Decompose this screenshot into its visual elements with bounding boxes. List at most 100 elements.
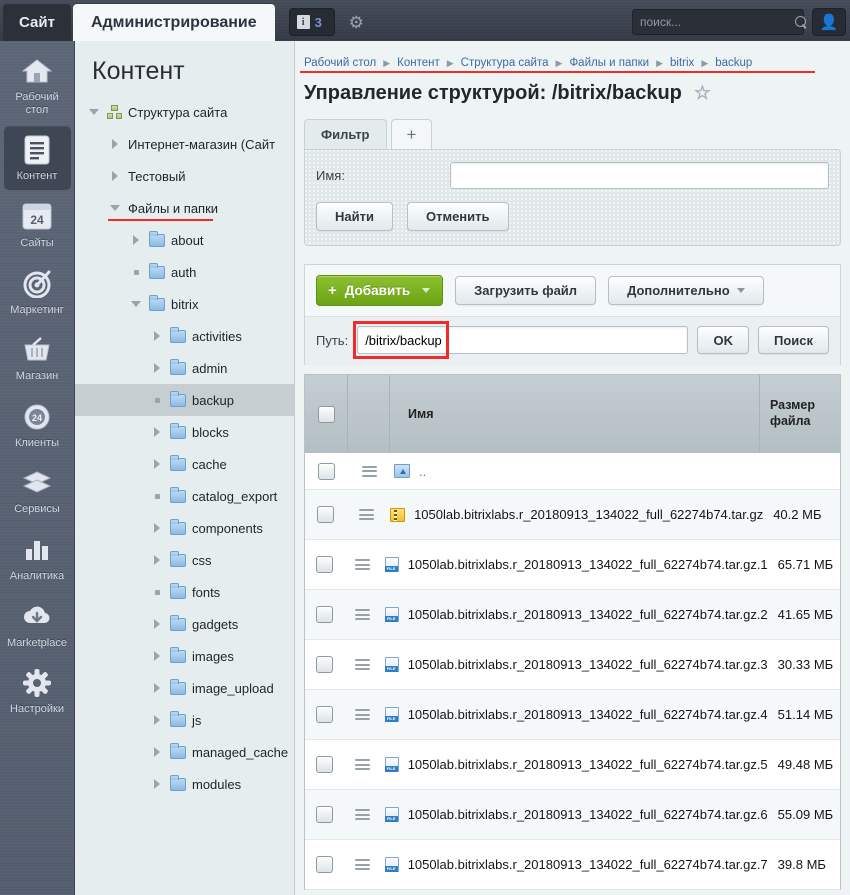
tree-node-modules[interactable]: modules (75, 768, 294, 800)
chevron-right-icon[interactable] (129, 233, 143, 247)
table-row[interactable]: 1050lab.bitrixlabs.r_20180913_134022_ful… (305, 640, 840, 690)
tree-node-auth[interactable]: auth (75, 256, 294, 288)
row-checkbox[interactable] (315, 756, 333, 773)
breadcrumb-item[interactable]: Контент (397, 57, 440, 69)
global-search[interactable] (632, 9, 806, 35)
tree-node-components[interactable]: components (75, 512, 294, 544)
sidebar-item-clients[interactable]: 24 Клиенты (4, 393, 71, 457)
tree-node-cache[interactable]: cache (75, 448, 294, 480)
select-all-checkbox[interactable] (317, 405, 335, 423)
chevron-right-icon[interactable] (150, 745, 164, 759)
cancel-button[interactable]: Отменить (406, 202, 509, 231)
sidebar-item-settings[interactable]: Настройки (4, 659, 71, 723)
chevron-right-icon[interactable] (150, 777, 164, 791)
chevron-right-icon[interactable] (150, 329, 164, 343)
sidebar-item-content[interactable]: Контент (3, 126, 71, 190)
tree-node-js[interactable]: js (75, 704, 294, 736)
table-row[interactable]: 1050lab.bitrixlabs.r_20180913_134022_ful… (305, 540, 840, 590)
row-menu-icon[interactable] (358, 509, 374, 520)
search-button[interactable]: Поиск (757, 326, 829, 354)
tree-node-fonts[interactable]: fonts (75, 576, 294, 608)
tree-node--[interactable]: Структура сайта (75, 96, 294, 128)
file-name[interactable]: 1050lab.bitrixlabs.r_20180913_134022_ful… (408, 707, 768, 722)
tree-node-managed-cache[interactable]: managed_cache (75, 736, 294, 768)
file-name[interactable]: 1050lab.bitrixlabs.r_20180913_134022_ful… (408, 657, 768, 672)
tree-node--[interactable]: Интернет-магазин (Сайт (75, 128, 294, 160)
row-menu-icon[interactable] (354, 659, 370, 670)
add-button[interactable]: + Добавить (316, 275, 444, 306)
filter-name-input[interactable] (450, 162, 829, 189)
chevron-right-icon[interactable] (150, 425, 164, 439)
tree-node-images[interactable]: images (75, 640, 294, 672)
search-input[interactable] (640, 15, 795, 29)
tree-node--[interactable]: Файлы и папки (75, 192, 294, 224)
chevron-right-icon[interactable] (150, 361, 164, 375)
chevron-right-icon[interactable] (150, 681, 164, 695)
sidebar-item-analytics[interactable]: Аналитика (4, 526, 71, 590)
sidebar-item-desktop[interactable]: Рабочий стол (4, 47, 71, 123)
gear-icon[interactable]: ⚙ (349, 14, 364, 31)
chevron-right-icon[interactable] (108, 169, 122, 183)
chevron-right-icon[interactable] (150, 553, 164, 567)
tree-node-about[interactable]: about (75, 224, 294, 256)
table-row[interactable]: 1050lab.bitrixlabs.r_20180913_134022_ful… (305, 740, 840, 790)
chevron-down-icon[interactable] (422, 288, 431, 293)
row-menu-icon[interactable] (354, 559, 370, 570)
row-menu-icon[interactable] (354, 859, 370, 870)
tab-site[interactable]: Сайт (3, 4, 71, 41)
chevron-right-icon[interactable] (150, 713, 164, 727)
row-menu-icon[interactable] (354, 609, 370, 620)
tree-node-image-upload[interactable]: image_upload (75, 672, 294, 704)
file-name[interactable]: 1050lab.bitrixlabs.r_20180913_134022_ful… (408, 807, 768, 822)
row-checkbox[interactable] (315, 556, 333, 573)
row-menu-icon[interactable] (361, 465, 377, 477)
file-name[interactable]: 1050lab.bitrixlabs.r_20180913_134022_ful… (408, 757, 768, 772)
sidebar-item-sites[interactable]: 24 Сайты (4, 193, 71, 257)
tree-node-backup[interactable]: backup (75, 384, 294, 416)
chevron-right-icon[interactable] (150, 521, 164, 535)
leaf-dot-icon[interactable] (150, 489, 164, 503)
chevron-down-icon[interactable] (129, 297, 143, 311)
tree-node-css[interactable]: css (75, 544, 294, 576)
column-header-size[interactable]: Размер файла (760, 375, 840, 453)
more-actions-button[interactable]: Дополнительно (608, 276, 764, 305)
star-icon[interactable]: ☆ (694, 82, 711, 105)
chevron-down-icon[interactable] (736, 288, 745, 293)
chevron-down-icon[interactable] (87, 105, 101, 119)
search-icon[interactable] (795, 15, 806, 29)
file-name[interactable]: .. (419, 464, 426, 479)
sidebar-item-marketing[interactable]: Маркетинг (4, 260, 71, 324)
tree-node-blocks[interactable]: blocks (75, 416, 294, 448)
chevron-right-icon[interactable] (150, 649, 164, 663)
tree-node-bitrix[interactable]: bitrix (75, 288, 294, 320)
table-row[interactable]: .. (305, 453, 840, 490)
add-filter-tab-button[interactable]: + (390, 119, 433, 149)
table-row[interactable]: 1050lab.bitrixlabs.r_20180913_134022_ful… (305, 790, 840, 840)
chevron-down-icon[interactable] (108, 201, 122, 215)
column-header-name[interactable]: Имя (390, 375, 760, 453)
tree-node-catalog-export[interactable]: catalog_export (75, 480, 294, 512)
row-checkbox[interactable] (315, 856, 333, 873)
row-checkbox[interactable] (315, 656, 333, 673)
chevron-right-icon[interactable] (150, 617, 164, 631)
row-checkbox[interactable] (317, 506, 334, 523)
user-icon[interactable]: 👤 (812, 8, 846, 36)
breadcrumb-item[interactable]: Файлы и папки (569, 57, 649, 69)
breadcrumb-item[interactable]: bitrix (670, 57, 694, 69)
upload-file-button[interactable]: Загрузить файл (455, 276, 597, 305)
find-button[interactable]: Найти (316, 202, 393, 231)
ok-button[interactable]: OK (697, 326, 749, 354)
tree-node-gadgets[interactable]: gadgets (75, 608, 294, 640)
notification-counter[interactable]: i 3 (288, 8, 335, 36)
tab-administration[interactable]: Администрирование (72, 4, 275, 41)
file-name[interactable]: 1050lab.bitrixlabs.r_20180913_134022_ful… (408, 607, 768, 622)
tree-node-activities[interactable]: activities (75, 320, 294, 352)
sidebar-item-services[interactable]: Сервисы (4, 459, 71, 523)
file-name[interactable]: 1050lab.bitrixlabs.r_20180913_134022_ful… (408, 557, 768, 572)
file-name[interactable]: 1050lab.bitrixlabs.r_20180913_134022_ful… (408, 857, 768, 872)
row-menu-icon[interactable] (354, 759, 370, 770)
table-row[interactable]: 1050lab.bitrixlabs.r_20180913_134022_ful… (305, 840, 840, 890)
breadcrumb-item[interactable]: Рабочий стол (304, 57, 376, 69)
table-row[interactable]: 1050lab.bitrixlabs.r_20180913_134022_ful… (305, 490, 840, 540)
row-checkbox[interactable] (315, 806, 333, 823)
